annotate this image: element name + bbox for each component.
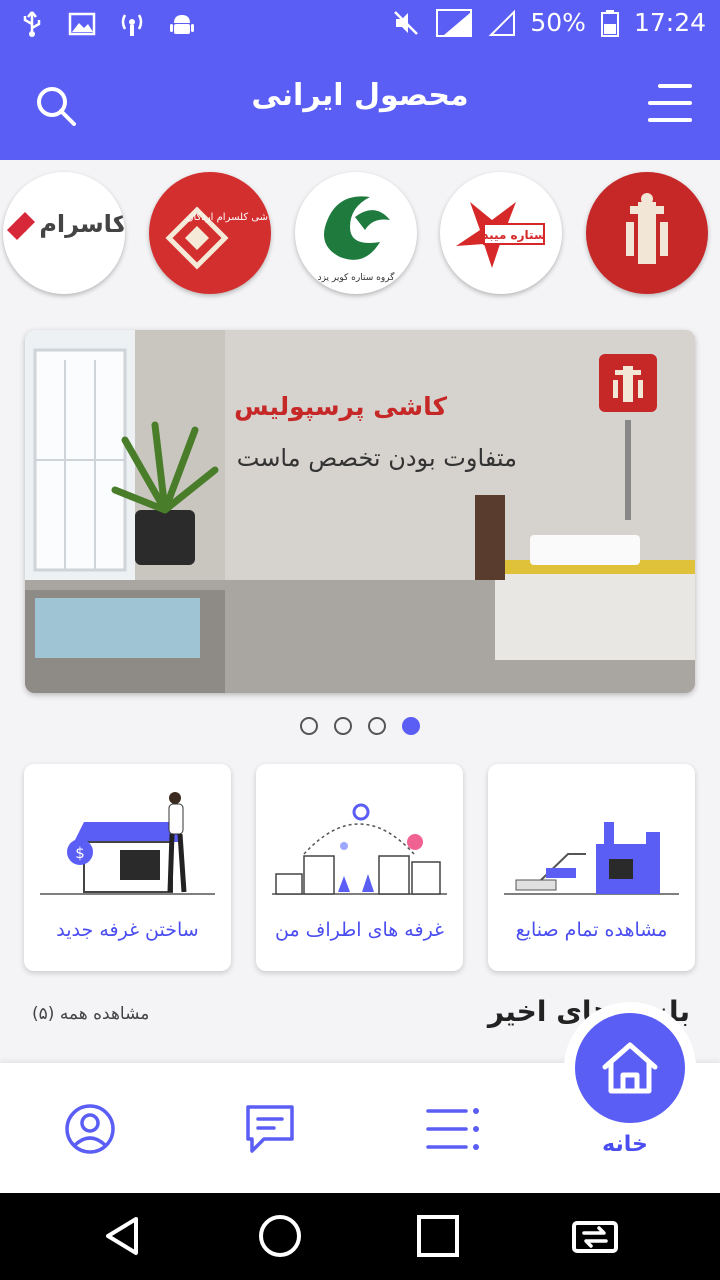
hamburger-menu-icon[interactable] <box>646 80 694 126</box>
brand-persepolis[interactable] <box>586 172 708 294</box>
card-all-industries[interactable]: مشاهده تمام صنایع <box>488 764 695 971</box>
bathroom-photo <box>25 330 695 693</box>
brand-setareh-kavir[interactable]: گروه ستاره کویر یزد <box>295 172 417 294</box>
kaleceram-ardakan-logo-icon: کاشی کلسرام اردکان <box>165 206 271 270</box>
persepolis-logo-icon <box>626 193 668 264</box>
hotspot-icon <box>121 14 143 36</box>
mute-icon <box>394 10 419 35</box>
promo-banner[interactable]: کاشی پرسپولیس متفاوت بودن تخصص ماست <box>25 330 695 693</box>
brand-logo-row: ستاره میبد گروه ستاره کویر یزد کاشی کلسر… <box>0 170 720 298</box>
home-button[interactable] <box>564 1002 696 1134</box>
carousel-dot[interactable] <box>300 717 318 735</box>
card-new-booth[interactable]: $ ساختن غرفه جدید <box>24 764 231 971</box>
status-bar: 50% 17:24 <box>0 0 720 50</box>
svg-text:$: $ <box>75 844 85 862</box>
card-nearby-booths[interactable]: غرفه های اطراف من <box>256 764 463 971</box>
carousel-indicator <box>300 717 420 735</box>
banner-title: کاشی پرسپولیس <box>234 392 447 421</box>
back-icon[interactable] <box>98 1211 148 1261</box>
banner-subtitle: متفاوت بودن تخصص ماست <box>236 444 517 472</box>
banner-brand-logo-icon <box>599 354 657 412</box>
card-nearby-booths-label: غرفه های اطراف من <box>275 919 444 941</box>
status-notifications <box>18 10 196 38</box>
home-system-icon[interactable] <box>255 1211 305 1261</box>
home-icon <box>602 1042 658 1094</box>
carousel-dot[interactable] <box>334 717 352 735</box>
kaceram-logo-icon: کاسرام <box>7 210 125 240</box>
system-nav-bar <box>0 1193 720 1280</box>
new-booth-icon: $ <box>40 792 215 895</box>
setareh-kavir-logo-icon: گروه ستاره کویر یزد <box>318 196 396 283</box>
card-new-booth-label: ساختن غرفه جدید <box>56 919 199 941</box>
carousel-dot[interactable] <box>368 717 386 735</box>
card-all-industries-label: مشاهده تمام صنایع <box>515 919 668 941</box>
image-icon <box>68 12 96 36</box>
chat-icon[interactable] <box>240 1099 300 1159</box>
brand-kaleceram-label: کاشی کلسرام اردکان <box>186 212 271 223</box>
brand-kaceram[interactable]: کاسرام <box>3 172 125 294</box>
battery-icon <box>600 9 619 37</box>
brand-setareh-meybod-label: ستاره میبد <box>482 228 546 242</box>
factory-icon <box>504 822 679 895</box>
battery-percent: 50% <box>530 8 586 37</box>
page-title: محصول ایرانی <box>251 78 469 113</box>
status-system: 50% 17:24 <box>392 8 706 37</box>
clock: 17:24 <box>633 8 706 37</box>
brand-kaleceram-ardakan[interactable]: کاشی کلسرام اردکان <box>149 172 271 294</box>
brand-setareh-meybod[interactable]: ستاره میبد <box>440 172 562 294</box>
home-label: خانه <box>602 1132 648 1157</box>
usb-icon <box>23 11 41 37</box>
recents-icon[interactable] <box>413 1211 463 1261</box>
brand-kaceram-label: کاسرام <box>39 210 125 238</box>
app-bar: محصول ایرانی <box>0 50 720 160</box>
setareh-meybod-logo-icon: ستاره میبد <box>456 202 546 268</box>
profile-icon[interactable] <box>60 1099 120 1159</box>
list-menu-icon[interactable] <box>422 1099 482 1159</box>
carousel-dot-active[interactable] <box>402 717 420 735</box>
nearby-booths-icon <box>272 803 447 895</box>
brand-setareh-kavir-label: گروه ستاره کویر یزد <box>318 271 396 283</box>
signal-4g-icon <box>436 8 473 37</box>
signal-empty-icon <box>488 9 516 36</box>
switch-app-icon[interactable] <box>570 1211 620 1261</box>
android-icon <box>170 15 194 34</box>
see-all-link[interactable]: مشاهده همه (۵) <box>32 1004 149 1024</box>
